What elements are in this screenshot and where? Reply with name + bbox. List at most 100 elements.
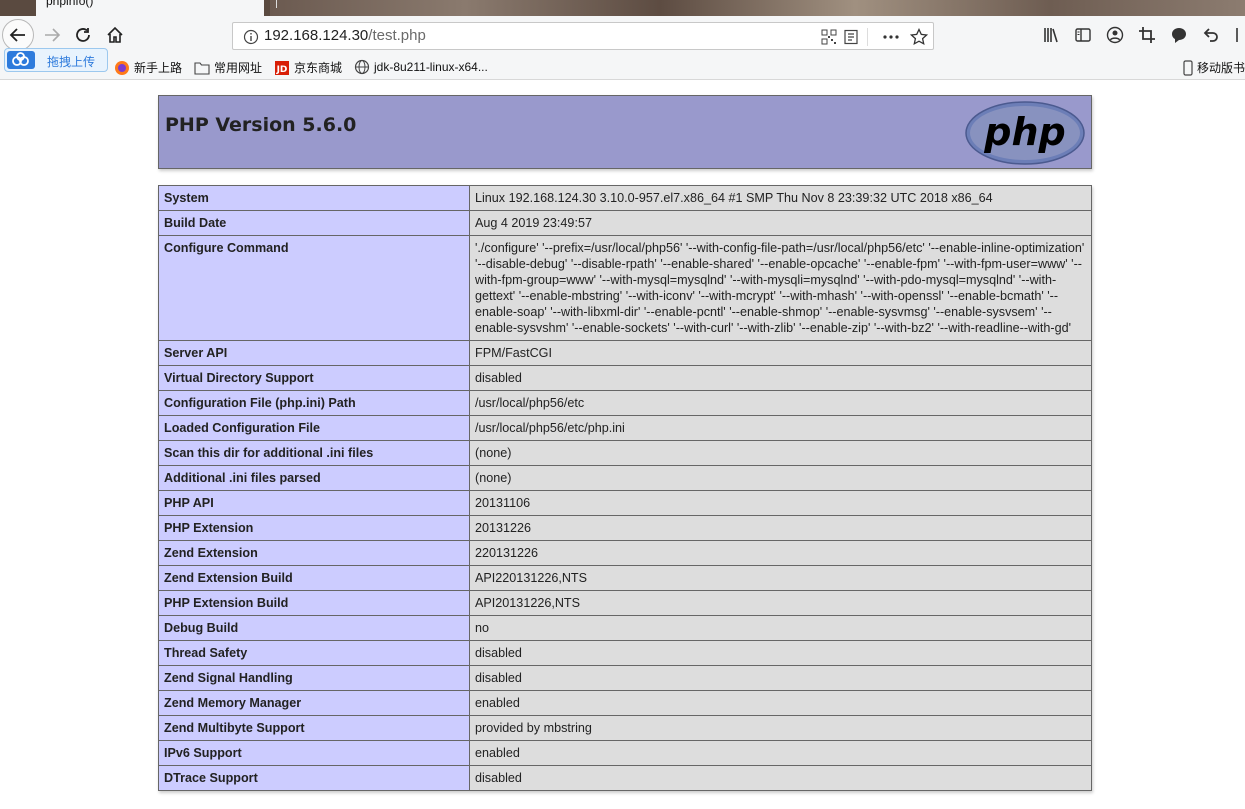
- table-row: System Linux 192.168.124.30 3.10.0-957.el…: [158, 185, 1092, 211]
- bookmark-item[interactable]: jdk-8u211-linux-x64...: [354, 59, 488, 75]
- row-key: Build Date: [158, 210, 470, 236]
- folder-icon: [194, 61, 210, 75]
- undo-button[interactable]: [1200, 24, 1222, 46]
- row-key: Loaded Configuration File: [158, 415, 470, 441]
- row-value: /usr/local/php56/etc: [469, 390, 1092, 416]
- table-row: Virtual Directory Support disabled: [158, 365, 1092, 391]
- tab-phpinfo[interactable]: phpinfo(): [36, 0, 264, 16]
- account-button[interactable]: [1104, 24, 1126, 46]
- row-value: /usr/local/php56/etc/php.ini: [469, 415, 1092, 441]
- php-header: PHP Version 5.6.0 php: [158, 95, 1092, 169]
- table-row: Scan this dir for additional .ini files(…: [158, 440, 1092, 466]
- row-key: Thread Safety: [158, 640, 470, 666]
- back-button[interactable]: [2, 19, 34, 51]
- table-row: DTrace Support disabled: [158, 765, 1092, 791]
- star-icon: [910, 28, 928, 46]
- overflow-button[interactable]: [1232, 24, 1245, 46]
- row-key: Zend Memory Manager: [158, 690, 470, 716]
- table-row: IPv6 Support enabled: [158, 740, 1092, 766]
- row-value: 20131226: [469, 515, 1092, 541]
- phpinfo-content: PHP Version 5.6.0 php System Linux 192.16…: [158, 95, 1092, 791]
- tab-strip: phpinfo(): [0, 0, 1245, 16]
- svg-text:php: php: [983, 110, 1065, 154]
- table-row: Build Date Aug 4 2019 23:49:57: [158, 210, 1092, 236]
- chat-icon: [1172, 28, 1186, 43]
- tab-separator: [276, 0, 277, 8]
- reload-icon: [76, 28, 90, 42]
- table-row: Zend Signal Handling disabled: [158, 665, 1092, 691]
- home-icon: [107, 26, 123, 43]
- row-key: PHP Extension: [158, 515, 470, 541]
- row-value: API20131226,NTS: [469, 590, 1092, 616]
- table-row: Configure Command './configure' '--prefix…: [158, 235, 1092, 341]
- row-value: enabled: [469, 740, 1092, 766]
- sidebar-icon: [1075, 28, 1091, 42]
- row-key: IPv6 Support: [158, 740, 470, 766]
- reader-view-button[interactable]: [841, 27, 861, 47]
- svg-text:JD: JD: [276, 65, 288, 75]
- mobile-bookmarks[interactable]: 移动版书: [1183, 59, 1245, 76]
- bookmark-star-button[interactable]: [909, 27, 929, 47]
- home-button[interactable]: [100, 20, 130, 50]
- row-value: disabled: [469, 640, 1092, 666]
- url-text[interactable]: 192.168.124.30/test.php: [264, 27, 426, 44]
- screenshot-button[interactable]: [1136, 24, 1158, 46]
- navigation-toolbar: 192.168.124.30/test.php: [0, 16, 1245, 54]
- row-value: enabled: [469, 690, 1092, 716]
- row-key: Scan this dir for additional .ini files: [158, 440, 470, 466]
- library-button[interactable]: [1040, 24, 1062, 46]
- urlbar-divider: [867, 28, 868, 46]
- url-path: /test.php: [368, 27, 426, 44]
- row-value: no: [469, 615, 1092, 641]
- undo-icon: [1203, 28, 1218, 42]
- row-value: disabled: [469, 365, 1092, 391]
- table-row: PHP Extension Build API20131226,NTS: [158, 590, 1092, 616]
- row-value: (none): [469, 440, 1092, 466]
- row-value: (none): [469, 465, 1092, 491]
- table-row: Configuration File (php.ini) Path/usr/lo…: [158, 390, 1092, 416]
- php-logo: php: [965, 101, 1085, 165]
- overflow-icon: [1236, 28, 1238, 42]
- bookmark-item[interactable]: 常用网址: [194, 59, 262, 76]
- more-icon: [883, 35, 899, 39]
- table-row: Zend Extension 220131226: [158, 540, 1092, 566]
- qr-button[interactable]: [819, 27, 839, 47]
- table-row: Zend Extension Build API220131226,NTS: [158, 565, 1092, 591]
- firefox-icon: [115, 60, 129, 75]
- row-key: Additional .ini files parsed: [158, 465, 470, 491]
- bookmark-label: jdk-8u211-linux-x64...: [374, 60, 488, 74]
- table-row: Zend Memory Manager enabled: [158, 690, 1092, 716]
- table-row: PHP Extension 20131226: [158, 515, 1092, 541]
- page-actions-button[interactable]: [881, 27, 901, 47]
- table-row: Additional .ini files parsed (none): [158, 465, 1092, 491]
- row-value: Aug 4 2019 23:49:57: [469, 210, 1092, 236]
- bookmark-item[interactable]: 新手上路: [114, 59, 182, 76]
- table-row: Server API FPM/FastCGI: [158, 340, 1092, 366]
- row-key: PHP API: [158, 490, 470, 516]
- row-key: Debug Build: [158, 615, 470, 641]
- table-row: Loaded Configuration File/usr/local/php5…: [158, 415, 1092, 441]
- sidebar-button[interactable]: [1072, 24, 1094, 46]
- info-icon[interactable]: [243, 29, 259, 45]
- page-title: PHP Version 5.6.0: [165, 114, 357, 136]
- row-value: 220131226: [469, 540, 1092, 566]
- row-value: API220131226,NTS: [469, 565, 1092, 591]
- row-key: Zend Signal Handling: [158, 665, 470, 691]
- row-key: Zend Extension: [158, 540, 470, 566]
- tab-title: phpinfo(): [46, 0, 94, 8]
- forward-button[interactable]: [37, 20, 67, 50]
- row-key: Zend Multibyte Support: [158, 715, 470, 741]
- url-bar[interactable]: 192.168.124.30/test.php: [232, 22, 934, 50]
- crop-icon: [1139, 27, 1155, 43]
- chat-button[interactable]: [1168, 24, 1190, 46]
- jd-icon: JD: [275, 60, 289, 75]
- row-key: Server API: [158, 340, 470, 366]
- bookmark-label: 新手上路: [134, 61, 183, 75]
- account-icon: [1106, 26, 1124, 44]
- library-icon: [1044, 28, 1058, 43]
- reload-button[interactable]: [68, 20, 98, 50]
- mobile-bookmarks-label: 移动版书: [1197, 61, 1245, 75]
- bookmark-item[interactable]: JD 京东商城: [274, 59, 342, 76]
- cloud-upload-icon: [7, 51, 35, 69]
- upload-button[interactable]: 拖拽上传: [4, 48, 108, 72]
